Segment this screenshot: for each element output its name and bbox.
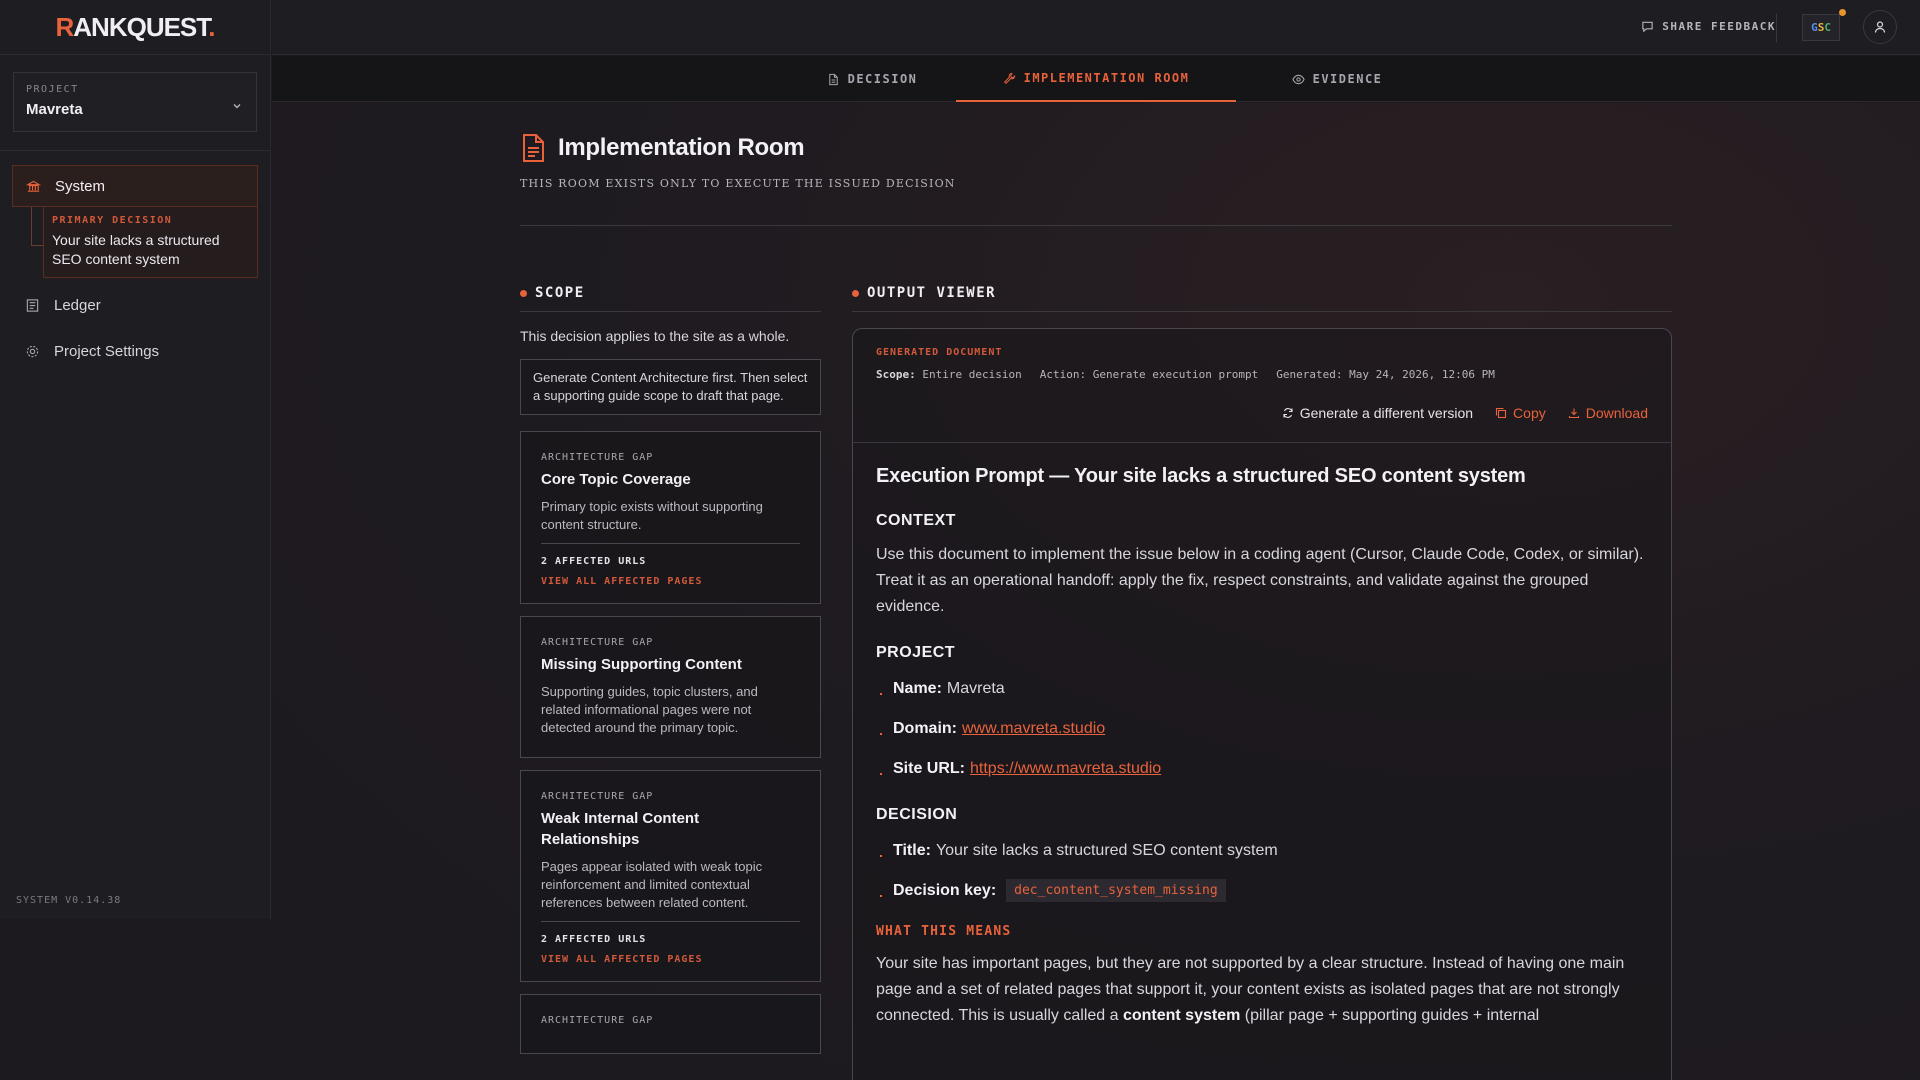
section-heading-decision: DECISION bbox=[876, 806, 958, 823]
sidebar: RANKQUEST. PROJECT Mavreta System PRIMAR… bbox=[0, 0, 271, 919]
page-header: Implementation Room THIS ROOM EXISTS ONL… bbox=[520, 133, 956, 190]
share-feedback-label: SHARE FEEDBACK bbox=[1662, 20, 1776, 33]
document-title: Execution Prompt — Your site lacks a str… bbox=[876, 465, 1526, 487]
sidebar-item-label: System bbox=[55, 177, 106, 195]
what-this-means-paragraph: Your site has important pages, but they … bbox=[876, 955, 1625, 1024]
document-body: Execution Prompt — Your site lacks a str… bbox=[853, 443, 1671, 1051]
site-url-link[interactable]: https://www.mavreta.studio bbox=[970, 760, 1161, 778]
sidebar-item-label: Project Settings bbox=[54, 342, 160, 360]
bullet-dot-icon bbox=[520, 289, 527, 297]
bullet-dot-icon bbox=[852, 289, 859, 297]
user-avatar-button[interactable] bbox=[1863, 10, 1897, 44]
gsc-button[interactable]: GSC bbox=[1802, 9, 1846, 41]
user-icon bbox=[1874, 21, 1886, 33]
output-heading: OUTPUT VIEWER bbox=[852, 285, 1672, 312]
project-label: PROJECT bbox=[26, 84, 79, 95]
main-content: Implementation Room THIS ROOM EXISTS ONL… bbox=[272, 103, 1920, 1080]
bank-icon bbox=[26, 180, 41, 192]
chat-bubble-icon bbox=[1642, 21, 1653, 33]
domain-link[interactable]: www.mavreta.studio bbox=[962, 720, 1105, 738]
scope-card[interactable]: ARCHITECTURE GAP bbox=[520, 994, 821, 1054]
sidebar-item-label: Ledger bbox=[54, 296, 101, 314]
tab-bar: DECISION IMPLEMENTATION ROOM EVIDENCE bbox=[272, 56, 1920, 102]
scope-card[interactable]: ARCHITECTURE GAP Core Topic Coverage Pri… bbox=[520, 431, 821, 604]
copy-icon bbox=[1495, 407, 1507, 419]
section-heading-project: PROJECT bbox=[876, 644, 956, 661]
download-icon bbox=[1568, 408, 1579, 419]
page-subtitle: THIS ROOM EXISTS ONLY TO EXECUTE THE ISS… bbox=[520, 177, 956, 190]
scope-card[interactable]: ARCHITECTURE GAP Missing Supporting Cont… bbox=[520, 616, 821, 758]
list-item: Title: Your site lacks a structured SEO c… bbox=[876, 837, 1648, 864]
document-header: GENERATED DOCUMENT Scope: Entire decisio… bbox=[853, 329, 1671, 443]
sidebar-subitem-primary-decision[interactable]: PRIMARY DECISION Your site lacks a struc… bbox=[43, 207, 258, 278]
page-title: Implementation Room bbox=[558, 134, 805, 161]
project-name: Mavreta bbox=[26, 101, 83, 118]
download-button[interactable]: Download bbox=[1568, 405, 1648, 421]
project-selector[interactable]: PROJECT Mavreta bbox=[13, 72, 257, 132]
view-affected-pages-link[interactable]: VIEW ALL AFFECTED PAGES bbox=[541, 576, 800, 587]
section-heading-context: CONTEXT bbox=[876, 512, 956, 529]
sidebar-item-system[interactable]: System bbox=[12, 165, 258, 207]
view-affected-pages-link[interactable]: VIEW ALL AFFECTED PAGES bbox=[541, 954, 800, 965]
document-icon bbox=[523, 134, 544, 162]
top-bar: SHARE FEEDBACK GSC bbox=[272, 0, 1920, 55]
system-version: SYSTEM V0.14.38 bbox=[16, 895, 122, 906]
section-heading-what-this-means: WHAT THIS MEANS bbox=[876, 924, 1012, 939]
document-icon bbox=[828, 73, 838, 85]
list-item: Decision key: dec_content_system_missing bbox=[876, 877, 1648, 904]
tab-evidence[interactable]: EVIDENCE bbox=[1262, 56, 1412, 102]
scope-card[interactable]: ARCHITECTURE GAP Weak Internal Content R… bbox=[520, 770, 821, 982]
eye-icon bbox=[1291, 74, 1305, 84]
tab-implementation-room[interactable]: IMPLEMENTATION ROOM bbox=[956, 56, 1236, 102]
primary-decision-label: PRIMARY DECISION bbox=[52, 215, 173, 226]
sidebar-item-project-settings[interactable]: Project Settings bbox=[12, 330, 258, 372]
scope-description: This decision applies to the site as a w… bbox=[520, 328, 790, 344]
chevron-down-icon bbox=[233, 104, 241, 109]
document-kicker: GENERATED DOCUMENT bbox=[876, 347, 1003, 358]
regenerate-button[interactable]: Generate a different version bbox=[1282, 405, 1473, 421]
primary-decision-text: Your site lacks a structured SEO content… bbox=[52, 232, 220, 267]
brand-header: RANKQUEST. bbox=[0, 0, 270, 55]
scope-heading: SCOPE bbox=[520, 285, 821, 312]
list-item: Site URL: https://www.mavreta.studio bbox=[876, 755, 1648, 782]
refresh-icon bbox=[1283, 408, 1293, 418]
gear-icon bbox=[26, 345, 39, 357]
wrench-icon bbox=[1003, 72, 1015, 84]
sidebar-nav: System PRIMARY DECISION Your site lacks … bbox=[0, 151, 270, 372]
list-item: Name: Mavreta bbox=[876, 675, 1648, 702]
list-item: Domain: www.mavreta.studio bbox=[876, 715, 1648, 742]
decision-key-code: dec_content_system_missing bbox=[1006, 879, 1226, 902]
scope-note: Generate Content Architecture first. The… bbox=[520, 359, 821, 415]
share-feedback-button[interactable]: SHARE FEEDBACK bbox=[1641, 20, 1776, 33]
scope-panel: SCOPE This decision applies to the site … bbox=[520, 285, 821, 1054]
tab-decision[interactable]: DECISION bbox=[802, 56, 942, 102]
notification-dot bbox=[1839, 9, 1846, 16]
generated-document: GENERATED DOCUMENT Scope: Entire decisio… bbox=[852, 328, 1672, 1080]
sidebar-item-ledger[interactable]: Ledger bbox=[12, 284, 258, 326]
copy-button[interactable]: Copy bbox=[1495, 405, 1546, 421]
ledger-icon bbox=[26, 298, 39, 312]
output-viewer: OUTPUT VIEWER GENERATED DOCUMENT Scope: … bbox=[852, 285, 1672, 1080]
context-paragraph: Use this document to implement the issue… bbox=[876, 546, 1644, 615]
document-meta: Scope: Entire decision Action: Generate … bbox=[876, 368, 1495, 381]
document-actions: Generate a different version Copy Downlo… bbox=[1282, 405, 1648, 421]
brand-logo[interactable]: RANKQUEST. bbox=[55, 12, 215, 43]
